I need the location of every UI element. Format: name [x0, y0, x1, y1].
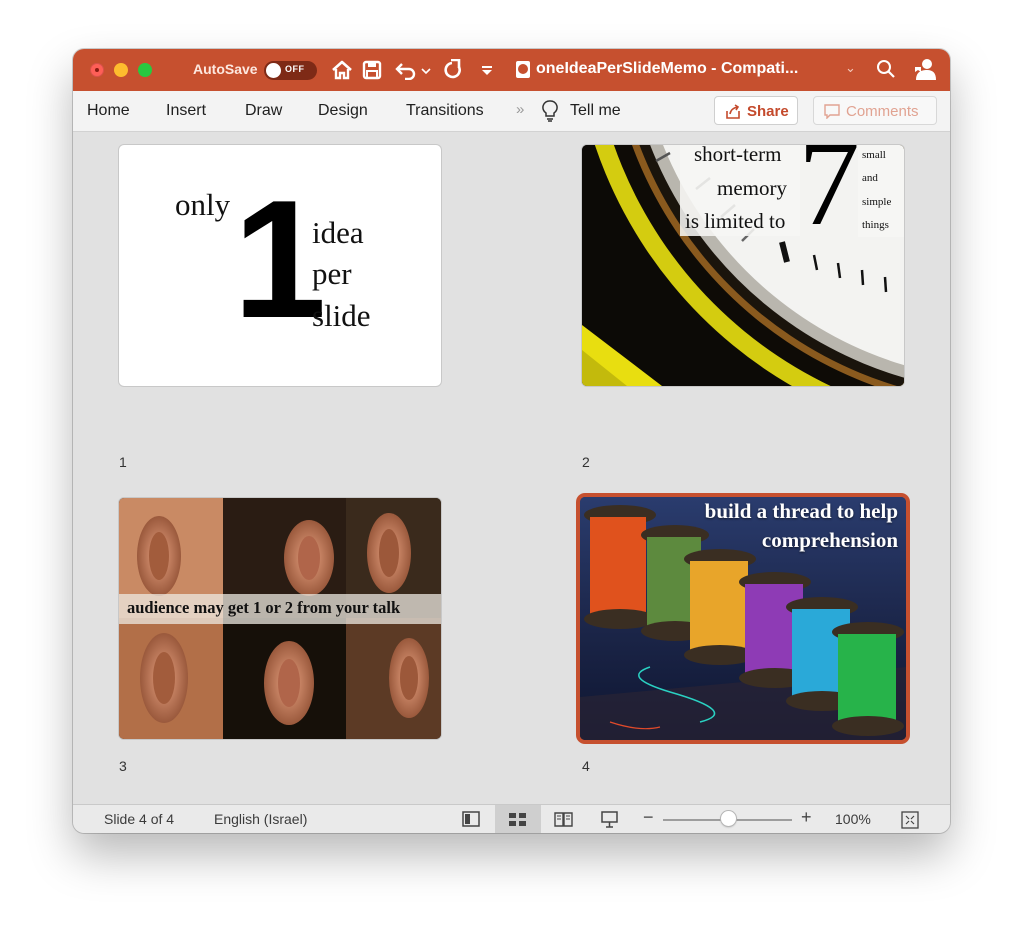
slide4-line-2: comprehension — [761, 528, 898, 552]
share-button[interactable]: Share — [714, 96, 798, 125]
ribbon-overflow-icon[interactable]: » — [516, 101, 524, 118]
slide-thumbnail-3[interactable]: audience may get 1 or 2 from your talk — [119, 498, 441, 739]
tab-insert[interactable]: Insert — [166, 102, 206, 120]
slide-sorter-icon — [509, 813, 526, 826]
autosave-state: OFF — [285, 64, 305, 74]
save-icon[interactable] — [362, 60, 382, 80]
reading-view-button[interactable] — [541, 805, 587, 833]
title-chevron-down-icon[interactable]: ⌄ — [845, 60, 856, 76]
toggle-knob — [266, 63, 281, 78]
slide2-side-1: small — [862, 149, 886, 161]
slide4-line-1: build a thread to help — [704, 499, 898, 523]
powerpoint-window: AutoSave OFF oneIdeaPerSlideMemo - Compa… — [73, 49, 950, 833]
search-icon[interactable] — [876, 59, 895, 79]
slide1-word-only: only — [175, 187, 231, 222]
slide-thumbnail-2[interactable]: short-term memory is limited to 7 small … — [582, 145, 904, 386]
slide2-big-seven: 7 — [798, 145, 860, 251]
slide-sorter: only 1 idea per slide 1 short-term memor… — [73, 132, 950, 804]
slide2-side-2: and — [862, 172, 878, 184]
zoom-in-button[interactable]: + — [801, 807, 812, 828]
normal-view-icon — [462, 811, 480, 827]
close-dot-icon — [95, 68, 99, 72]
slide3-caption: audience may get 1 or 2 from your talk — [127, 598, 401, 617]
zoom-out-button[interactable]: − — [643, 807, 654, 828]
zoom-percentage[interactable]: 100% — [835, 811, 871, 827]
slide-number-1: 1 — [119, 454, 127, 470]
slide1-word-slide: slide — [312, 298, 371, 333]
minimize-window-button[interactable] — [114, 63, 128, 77]
slide-show-button[interactable] — [587, 805, 633, 833]
autosave-toggle[interactable]: OFF — [264, 61, 317, 80]
language-indicator[interactable]: English (Israel) — [214, 811, 307, 827]
slide-number-2: 2 — [582, 454, 590, 470]
slide-count: Slide 4 of 4 — [104, 811, 175, 827]
person-icon[interactable] — [913, 57, 937, 81]
slide-thumbnail-1[interactable]: only 1 idea per slide — [119, 145, 441, 386]
slide-number-3: 3 — [119, 758, 127, 774]
comments-label: Comments — [846, 103, 919, 120]
slide1-word-idea: idea — [312, 215, 364, 250]
tab-transitions[interactable]: Transitions — [406, 102, 484, 120]
slide-thumbnail-4[interactable]: build a thread to help comprehension — [580, 497, 906, 740]
lightbulb-icon[interactable] — [542, 100, 558, 122]
zoom-window-button[interactable] — [138, 63, 152, 77]
tab-home[interactable]: Home — [87, 102, 130, 120]
title-bar: AutoSave OFF oneIdeaPerSlideMemo - Compa… — [73, 49, 950, 91]
redo-icon[interactable] — [443, 59, 465, 81]
close-window-button[interactable] — [90, 63, 104, 77]
document-title[interactable]: oneIdeaPerSlideMemo - Compati... — [536, 60, 798, 78]
share-icon — [726, 104, 740, 119]
slide2-side-4: things — [862, 219, 889, 231]
share-label: Share — [747, 103, 789, 120]
slide2-line-2: memory — [717, 176, 787, 200]
undo-icon[interactable] — [395, 60, 417, 80]
ears-collage-image — [119, 498, 441, 739]
comment-icon — [824, 104, 840, 119]
slide1-big-one: 1 — [233, 165, 326, 353]
presenter-icon — [601, 811, 618, 828]
slide2-side-3: simple — [862, 196, 892, 208]
fit-to-window-icon[interactable] — [901, 811, 919, 829]
slide-number-4: 4 — [582, 758, 590, 774]
tell-me-search[interactable]: Tell me — [570, 102, 621, 120]
tab-draw[interactable]: Draw — [245, 102, 282, 120]
customize-toolbar-icon[interactable] — [481, 65, 493, 76]
slide2-line-1: short-term — [694, 145, 782, 166]
home-icon[interactable] — [331, 59, 353, 81]
tab-design[interactable]: Design — [318, 102, 368, 120]
normal-view-button[interactable] — [449, 805, 495, 833]
status-bar: Slide 4 of 4 English (Israel) − + 100% — [73, 804, 950, 833]
zoom-slider-thumb[interactable] — [721, 811, 736, 826]
comments-button[interactable]: Comments — [813, 96, 937, 125]
slide2-line-3: is limited to — [685, 209, 786, 233]
ribbon-tabs: Home Insert Draw Design Transitions » Te… — [73, 91, 950, 132]
powerpoint-doc-icon — [516, 61, 530, 78]
autosave-label: AutoSave — [193, 61, 258, 77]
undo-dropdown-icon[interactable] — [421, 67, 431, 75]
slide1-word-per: per — [312, 256, 352, 291]
reading-view-icon — [554, 812, 573, 827]
slide-sorter-view-button[interactable] — [495, 805, 541, 833]
